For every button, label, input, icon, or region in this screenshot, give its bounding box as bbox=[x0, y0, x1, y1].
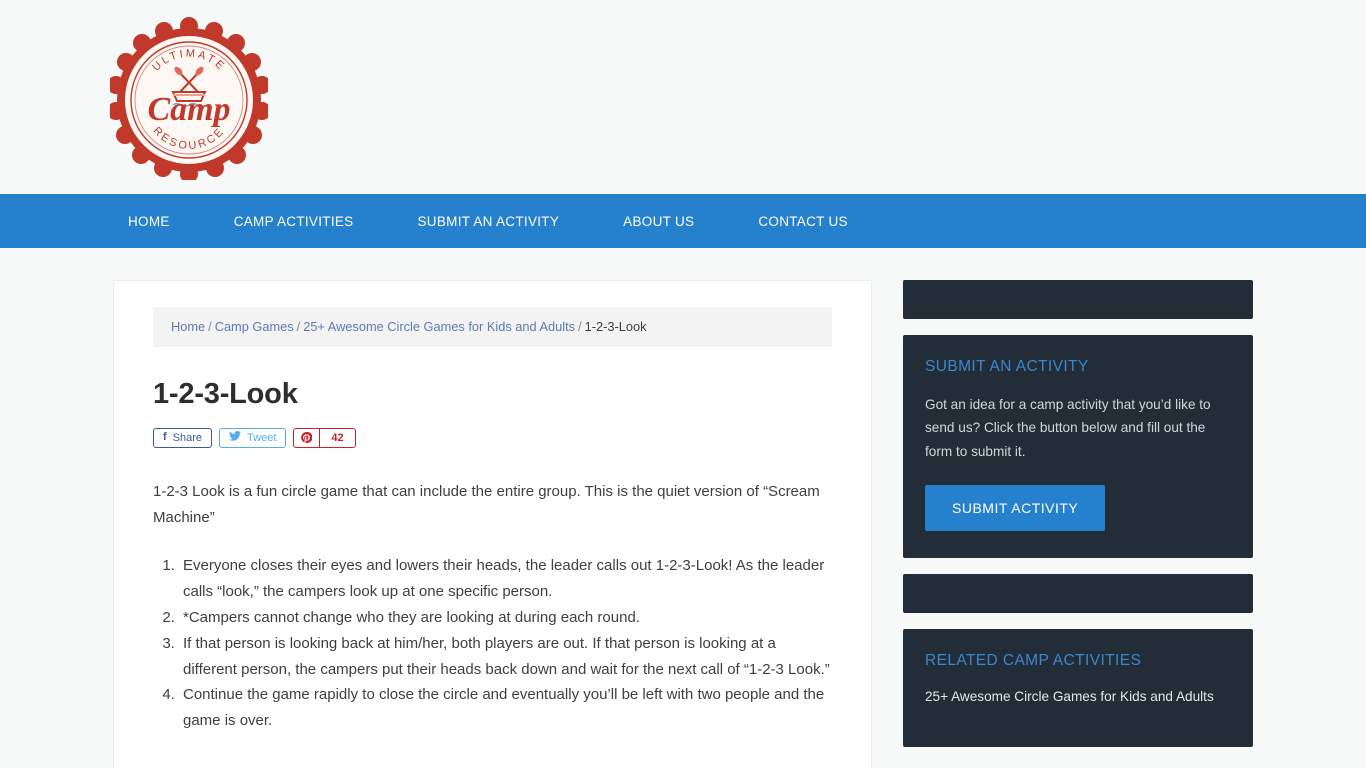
sidebar-widget-related-activities: RELATED CAMP ACTIVITIES 25+ Awesome Circ… bbox=[903, 629, 1253, 747]
breadcrumb-separator: / bbox=[578, 319, 582, 334]
breadcrumb-item-current: 1-2-3-Look bbox=[584, 319, 647, 334]
article-intro-paragraph: 1-2-3 Look is a fun circle game that can… bbox=[153, 482, 820, 526]
list-item: Everyone closes their eyes and lowers th… bbox=[179, 553, 832, 605]
main-navigation: HOME CAMP ACTIVITIES SUBMIT AN ACTIVITY … bbox=[0, 194, 1366, 248]
breadcrumb-separator: / bbox=[208, 319, 212, 334]
site-header: ULTIMATE Camp RESOURCE bbox=[0, 0, 1366, 194]
sidebar: SUBMIT AN ACTIVITY Got an idea for a cam… bbox=[903, 280, 1253, 747]
article-card: Home / Camp Games/25+ Awesome Circle Games… bbox=[113, 280, 872, 768]
list-item: 25+ Awesome Circle Games for Kids and Ad… bbox=[925, 687, 1231, 707]
pinterest-count: 42 bbox=[331, 431, 344, 444]
nav-item-about-us[interactable]: ABOUT US bbox=[623, 214, 694, 229]
nav-item-submit-an-activity[interactable]: SUBMIT AN ACTIVITY bbox=[417, 214, 559, 229]
related-activities-list: 25+ Awesome Circle Games for Kids and Ad… bbox=[925, 687, 1231, 707]
submit-activity-widget-title: SUBMIT AN ACTIVITY bbox=[925, 358, 1089, 375]
nav-item-home[interactable]: HOME bbox=[128, 214, 170, 229]
list-item: Continue the game rapidly to close the c… bbox=[179, 682, 832, 734]
breadcrumb-separator: / bbox=[296, 319, 301, 334]
list-item: If that person is looking back at him/he… bbox=[179, 631, 832, 683]
related-activities-widget-title: RELATED CAMP ACTIVITIES bbox=[925, 652, 1142, 670]
breadcrumb-item-camp-games[interactable]: Camp Games bbox=[215, 319, 294, 334]
nav-item-camp-activities[interactable]: CAMP ACTIVITIES bbox=[234, 214, 354, 229]
sidebar-widget-submit-activity: SUBMIT AN ACTIVITY Got an idea for a cam… bbox=[903, 335, 1253, 559]
svg-text:Camp: Camp bbox=[147, 91, 230, 128]
social-share-bar: f Share Tweet 42 bbox=[153, 427, 832, 448]
list-item: *Campers cannot change who they are look… bbox=[179, 605, 832, 631]
pinterest-icon bbox=[294, 428, 321, 447]
submit-activity-button[interactable]: SUBMIT ACTIVITY bbox=[925, 485, 1106, 532]
submit-activity-widget-text: Got an idea for a camp activity that you… bbox=[925, 397, 1211, 459]
article-steps-list: Everyone closes their eyes and lowers th… bbox=[153, 553, 832, 735]
camp-resource-logo-icon: ULTIMATE Camp RESOURCE bbox=[110, 17, 268, 180]
facebook-share-button[interactable]: f Share bbox=[153, 427, 213, 448]
site-logo[interactable]: ULTIMATE Camp RESOURCE bbox=[110, 12, 268, 180]
breadcrumb-item-circle-games[interactable]: 25+ Awesome Circle Games for Kids and Ad… bbox=[303, 319, 575, 334]
twitter-tweet-button[interactable]: Tweet bbox=[219, 427, 287, 448]
sidebar-widget-ad-top bbox=[903, 280, 1253, 319]
twitter-icon bbox=[229, 431, 242, 444]
sidebar-widget-ad-middle bbox=[903, 574, 1253, 614]
article-body: 1-2-3 Look is a fun circle game that can… bbox=[153, 479, 832, 734]
page-title: 1-2-3-Look bbox=[153, 377, 298, 410]
page-body: Home / Camp Games/25+ Awesome Circle Games… bbox=[0, 248, 1366, 768]
nav-item-contact-us[interactable]: CONTACT US bbox=[758, 214, 848, 229]
facebook-icon: f bbox=[163, 431, 167, 444]
pinterest-save-button[interactable]: 42 bbox=[293, 427, 356, 448]
related-activity-link[interactable]: 25+ Awesome Circle Games for Kids and Ad… bbox=[925, 689, 1214, 704]
breadcrumb-item-home[interactable]: Home bbox=[171, 319, 205, 334]
facebook-share-label: Share bbox=[172, 431, 203, 444]
twitter-tweet-label: Tweet bbox=[247, 431, 277, 444]
breadcrumb: Home / Camp Games/25+ Awesome Circle Games… bbox=[153, 307, 832, 347]
